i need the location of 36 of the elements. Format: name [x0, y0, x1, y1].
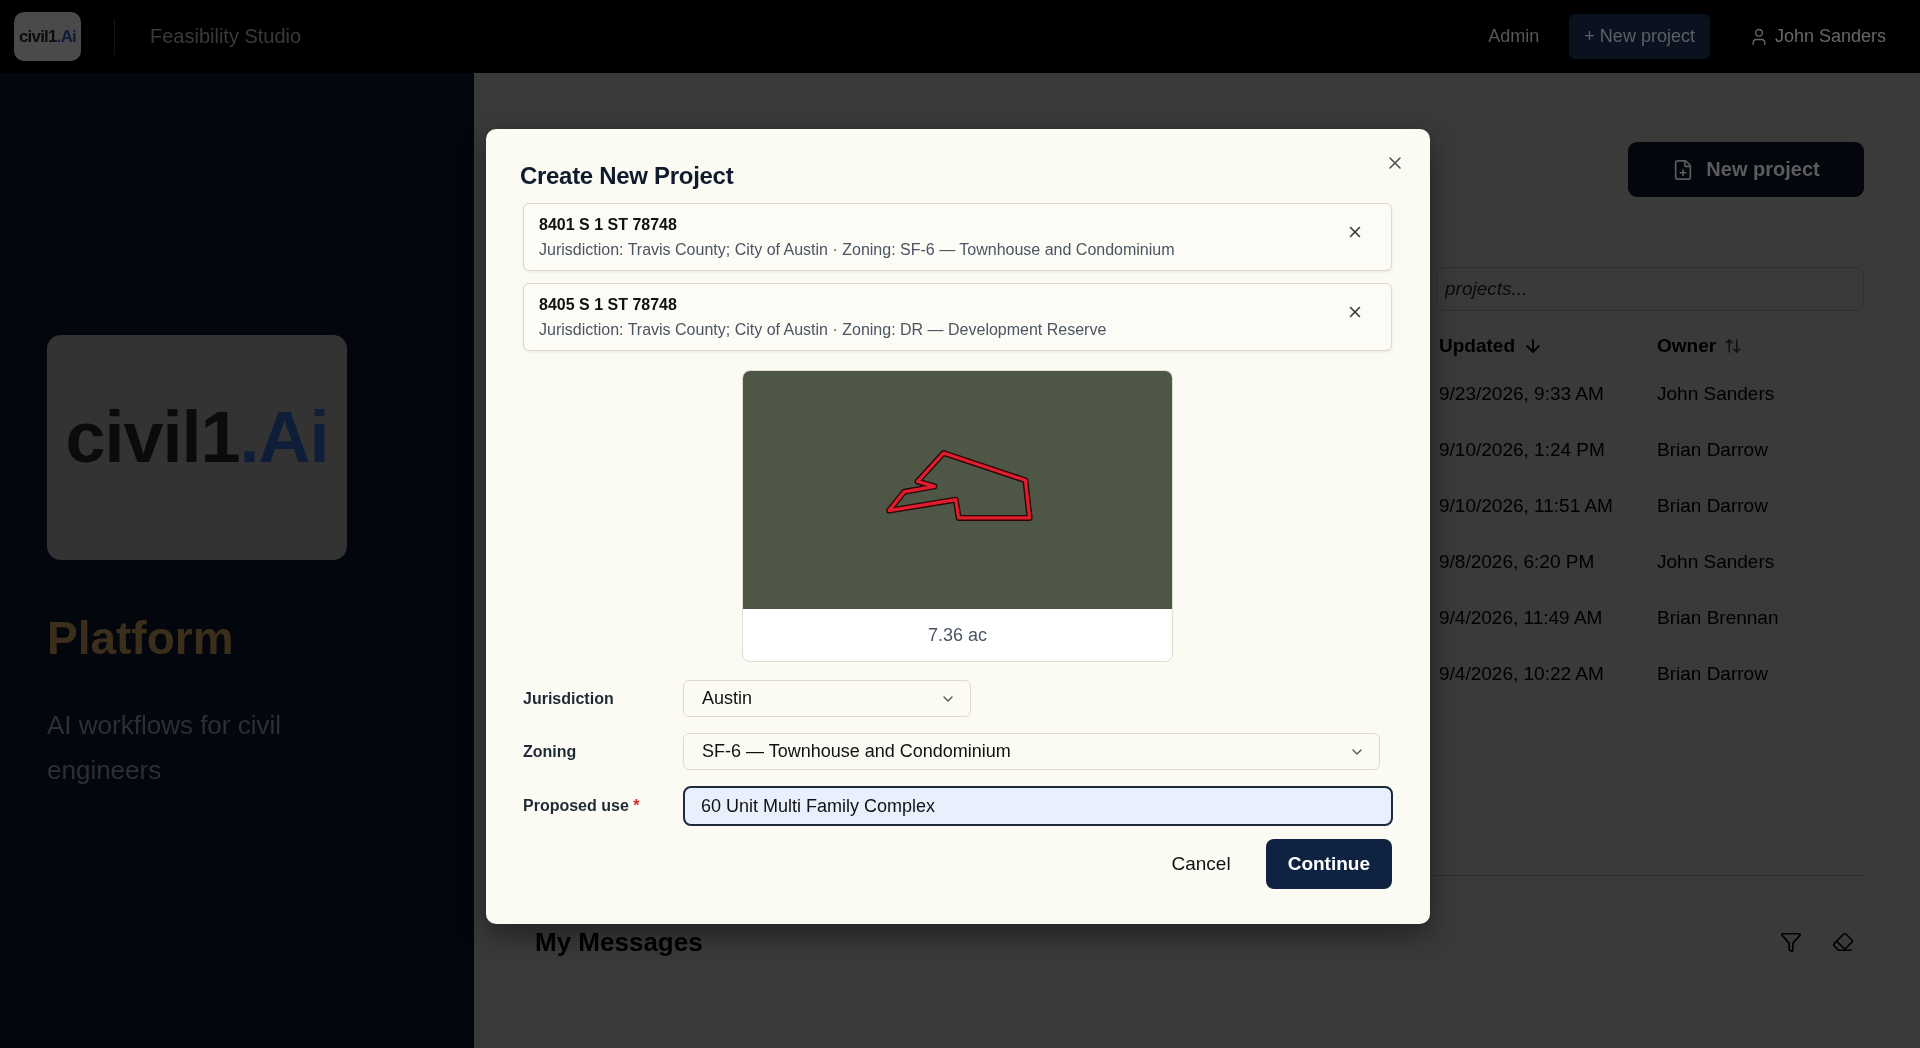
continue-button[interactable]: Continue: [1265, 839, 1392, 889]
table-cell: 9/4/2026, 11:49 AM: [1439, 607, 1603, 629]
table-cell: 9/23/2026, 9:33 AM: [1439, 383, 1604, 405]
new-project-button[interactable]: New project: [1628, 142, 1864, 197]
table-cell: 9/10/2026, 1:24 PM: [1439, 439, 1605, 461]
parcel-details: Jurisdiction: Travis County; City of Austin · Zoning: SF-6 — Townhouse and Condominium: [539, 240, 1175, 260]
parcel-outline-icon: [886, 450, 1033, 521]
parcel-details: Jurisdiction: Travis County; City of Austin · Zoning: DR — Development Reserve: [539, 320, 1107, 340]
parcel-address: 8401 S 1 ST 78748: [539, 215, 677, 235]
table-cell: Brian Darrow: [1657, 663, 1768, 685]
text-input-field[interactable]: 60 Unit Multi Family Complex: [683, 786, 1393, 826]
table-cell: Brian Darrow: [1657, 495, 1768, 517]
dropdown-field[interactable]: SF-6 — Townhouse and Condominium: [683, 733, 1380, 770]
area-label: 7.36 ac: [926, 623, 988, 647]
dropdown-field[interactable]: Austin: [683, 680, 971, 717]
dialog-title: Create New Project: [520, 162, 734, 190]
table-cell: Brian Brennan: [1657, 607, 1779, 629]
cancel-button[interactable]: Cancel: [1155, 839, 1247, 889]
table-cell: 9/4/2026, 10:22 AM: [1439, 663, 1604, 685]
field-label: Zoning: [523, 742, 577, 761]
field-label: Proposed use *: [523, 797, 640, 815]
table-cell: John Sanders: [1657, 383, 1775, 405]
new-project-button[interactable]: + New project: [1569, 14, 1710, 59]
field-label: Jurisdiction: [523, 689, 614, 708]
user-menu-button[interactable]: John Sanders: [1748, 26, 1886, 47]
table-cell: 9/10/2026, 11:51 AM: [1439, 495, 1613, 517]
filter-icon: [1780, 931, 1802, 953]
parcel-address: 8405 S 1 ST 78748: [539, 295, 677, 315]
table-cell: John Sanders: [1657, 551, 1775, 573]
table-cell: 9/8/2026, 6:20 PM: [1439, 551, 1595, 573]
eraser-icon: [1832, 931, 1854, 953]
app-name: Feasibility Studio: [150, 25, 302, 48]
logo: civil1.Ai: [14, 12, 81, 61]
platform-title: Platform: [47, 611, 234, 666]
nav-link[interactable]: Admin: [1488, 26, 1540, 47]
table-cell: Brian Darrow: [1657, 439, 1768, 461]
